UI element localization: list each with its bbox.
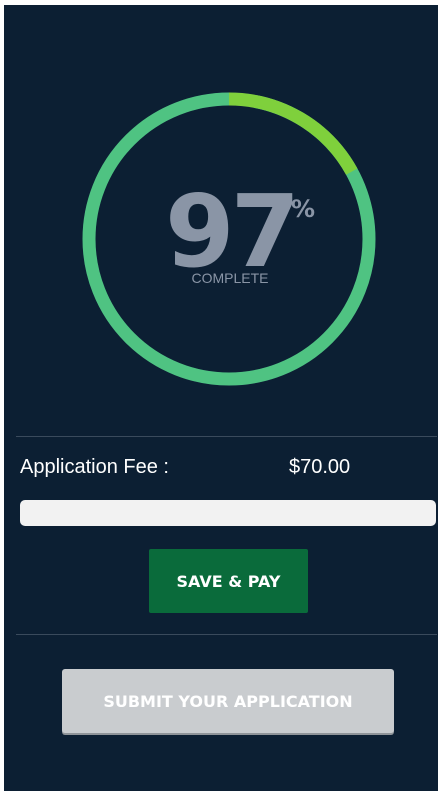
save-and-pay-button[interactable]: SAVE & PAY: [149, 549, 308, 613]
application-fee-label: Application Fee :: [20, 456, 169, 478]
percent-sign: %: [291, 195, 316, 223]
fee-bar: [20, 500, 436, 526]
divider-bottom: [16, 634, 437, 635]
divider-top: [16, 436, 437, 437]
submit-application-button[interactable]: SUBMIT YOUR APPLICATION: [62, 669, 394, 733]
application-fee-amount: $70.00: [289, 456, 351, 478]
complete-label: COMPLETE: [191, 270, 269, 286]
